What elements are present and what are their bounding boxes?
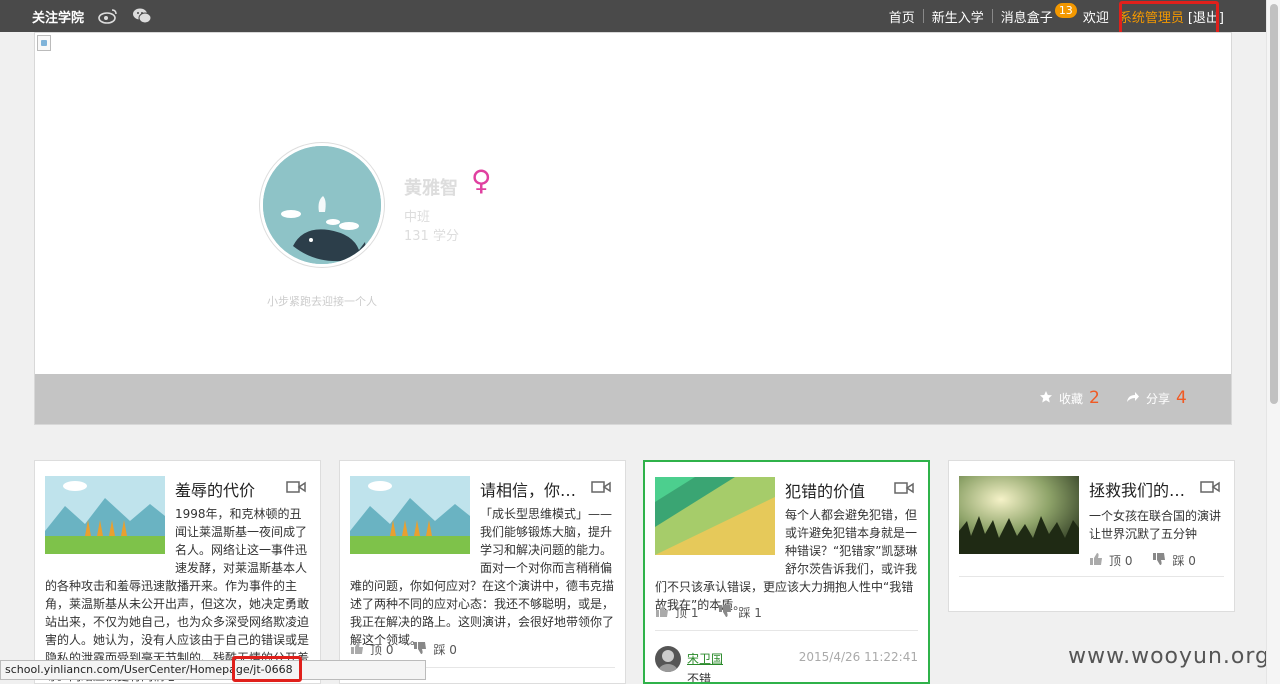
comment-time: 2015/4/26 11:22:41 <box>798 650 918 664</box>
scrollbar-thumb[interactable] <box>1270 4 1278 404</box>
broken-image-icon <box>37 35 51 51</box>
video-card[interactable]: 羞辱的代价 1998年，和克林顿的丑闻让莱温斯基一夜间成了名人。网络让这一事件迅… <box>34 460 321 684</box>
comment-username[interactable]: 宋卫国 <box>687 650 723 667</box>
nav-home[interactable]: 首页 <box>889 7 915 26</box>
video-description: 每个人都会避免犯错，但或许避免犯错本身就是一种错误？“犯错家”凯瑟琳舒尔茨告诉我… <box>655 508 918 612</box>
comment-avatar[interactable] <box>655 646 681 672</box>
vertical-scrollbar[interactable] <box>1266 0 1280 684</box>
user-credits: 131 学分 <box>404 229 459 244</box>
favorite-label: 收藏 <box>1059 391 1084 406</box>
wechat-icon[interactable] <box>132 7 152 25</box>
thumbs-up-icon <box>1089 552 1103 569</box>
profile-banner: 黄雅智 ♀ 中班 131 学分 小步紧跑去迎接一个人 收藏 2 分享 4 <box>34 32 1232 425</box>
vote-bar: 顶 1 踩 1 <box>655 604 762 621</box>
video-title[interactable]: 羞辱的代价 <box>175 477 285 501</box>
video-card[interactable]: 拯救我们的地球 一个女孩在联合国的演讲让世界沉默了五分钟 顶 0 踩 0 <box>948 460 1235 612</box>
watermark-text: www.wooyun.org <box>1068 644 1270 669</box>
divider <box>959 576 1224 577</box>
downvote-button[interactable]: 踩 0 <box>413 641 457 658</box>
video-title[interactable]: 犯错的价值 <box>785 478 895 502</box>
divider <box>655 630 918 631</box>
upvote-button[interactable]: 顶 0 <box>350 641 393 658</box>
video-thumbnail[interactable] <box>959 476 1079 554</box>
logout-link[interactable]: [退出] <box>1188 7 1224 26</box>
video-description: 1998年，和克林顿的丑闻让莱温斯基一夜间成了名人。网络让这一事件迅速发酵，对莱… <box>45 507 310 683</box>
admin-username-link[interactable]: 系统管理员 <box>1119 7 1184 26</box>
video-camera-icon <box>1200 481 1220 497</box>
top-nav-bar: 关注学院 首页 新生入学 消息盒子 13 欢迎 系统管理员 [退出] <box>0 0 1266 32</box>
nav-divider <box>922 9 924 23</box>
vote-bar: 顶 0 踩 0 <box>1089 552 1196 569</box>
thumbs-down-icon <box>413 641 427 658</box>
upvote-button[interactable]: 顶 0 <box>1089 552 1132 569</box>
thumbs-down-icon <box>1152 552 1166 569</box>
profile-action-bar: 收藏 2 分享 4 <box>35 374 1231 424</box>
downvote-button[interactable]: 踩 1 <box>718 604 762 621</box>
nav-inbox[interactable]: 消息盒子 <box>1001 7 1053 26</box>
video-card[interactable]: 请相信，你可以成长 「成长型思维模式」——我们能够锻炼大脑，提升学习和解决问题的… <box>339 460 626 684</box>
video-card-selected[interactable]: 犯错的价值 每个人都会避免犯错，但或许避免犯错本身就是一种错误？“犯错家”凯瑟琳… <box>643 460 930 684</box>
thumbs-down-icon <box>718 604 732 621</box>
follow-label: 关注学院 <box>32 10 85 26</box>
downvote-button[interactable]: 踩 0 <box>1152 552 1196 569</box>
share-count: 4 <box>1176 388 1187 408</box>
nav-divider <box>991 9 993 23</box>
vote-bar: 顶 0 踩 0 <box>350 641 457 658</box>
star-icon <box>1039 390 1053 407</box>
share-label: 分享 <box>1146 391 1171 406</box>
comment-text: 不错 <box>687 672 712 684</box>
upvote-button[interactable]: 顶 1 <box>655 604 698 621</box>
share-button[interactable]: 分享 4 <box>1126 388 1187 408</box>
browser-status-url: school.yinliancn.com/UserCenter/Homepage… <box>0 660 426 680</box>
welcome-text: 欢迎 <box>1082 10 1109 26</box>
share-arrow-icon <box>1126 391 1140 406</box>
video-camera-icon <box>286 481 306 497</box>
thumbs-up-icon <box>655 604 669 621</box>
nav-newcomer[interactable]: 新生入学 <box>932 7 984 26</box>
weibo-icon[interactable] <box>98 7 118 25</box>
video-title[interactable]: 请相信，你可以成长 <box>480 477 590 501</box>
user-class: 中班 <box>404 210 431 225</box>
video-title[interactable]: 拯救我们的地球 <box>1089 477 1199 501</box>
video-camera-icon <box>894 482 914 498</box>
favorite-count: 2 <box>1089 388 1100 408</box>
user-motto: 小步紧跑去迎接一个人 <box>267 295 377 308</box>
video-description: 一个女孩在联合国的演讲让世界沉默了五分钟 <box>1089 509 1222 541</box>
thumbs-up-icon <box>350 641 364 658</box>
favorite-button[interactable]: 收藏 2 <box>1039 388 1100 408</box>
video-description: 「成长型思维模式」——我们能够锻炼大脑，提升学习和解决问题的能力。面对一个对你而… <box>350 507 615 647</box>
video-camera-icon <box>591 481 611 497</box>
inbox-count-badge: 13 <box>1054 2 1077 18</box>
female-gender-icon: ♀ <box>471 164 492 197</box>
user-name: 黄雅智 <box>404 178 458 199</box>
avatar[interactable] <box>260 143 384 267</box>
